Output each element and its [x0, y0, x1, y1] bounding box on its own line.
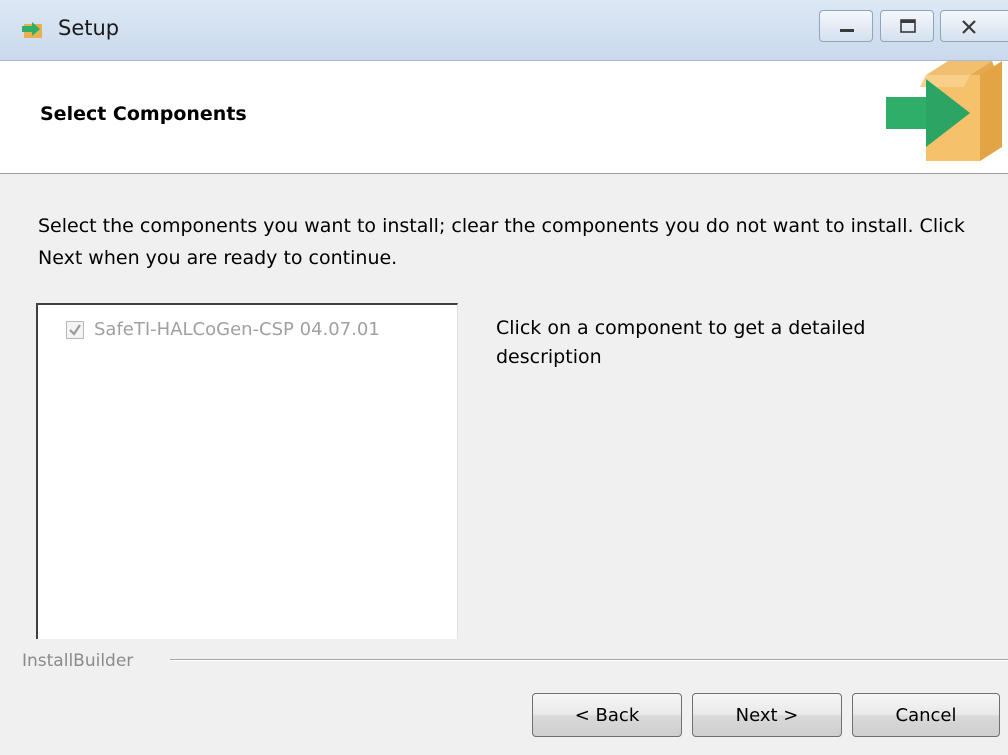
component-checkbox[interactable] — [66, 320, 84, 339]
brand-label: InstallBuilder — [22, 651, 140, 671]
setup-app-icon — [18, 18, 46, 42]
maximize-button[interactable] — [880, 10, 934, 42]
maximize-icon — [900, 19, 916, 33]
page-title: Select Components — [40, 103, 247, 125]
cancel-button[interactable]: Cancel — [852, 693, 1000, 737]
component-description: Click on a component to get a detailed d… — [496, 317, 866, 368]
component-label: SafeTI-HALCoGen-CSP 04.07.01 — [94, 319, 380, 340]
minimize-icon — [840, 29, 854, 32]
checkmark-icon — [69, 323, 81, 336]
close-icon — [962, 20, 976, 34]
close-button[interactable] — [940, 10, 1008, 42]
window-title: Setup — [58, 16, 120, 40]
title-bar[interactable]: Setup — [0, 0, 1008, 61]
component-item[interactable]: SafeTI-HALCoGen-CSP 04.07.01 — [66, 319, 380, 340]
next-button[interactable]: Next > — [692, 693, 842, 737]
footer-divider — [170, 659, 1008, 661]
header-panel: Select Components — [0, 61, 1008, 174]
back-button[interactable]: < Back — [532, 693, 682, 737]
intro-text: Select the components you want to instal… — [38, 215, 965, 269]
components-list[interactable]: SafeTI-HALCoGen-CSP 04.07.01 — [36, 303, 458, 639]
installer-box-arrow-icon — [882, 57, 1008, 169]
minimize-button[interactable] — [819, 10, 873, 42]
